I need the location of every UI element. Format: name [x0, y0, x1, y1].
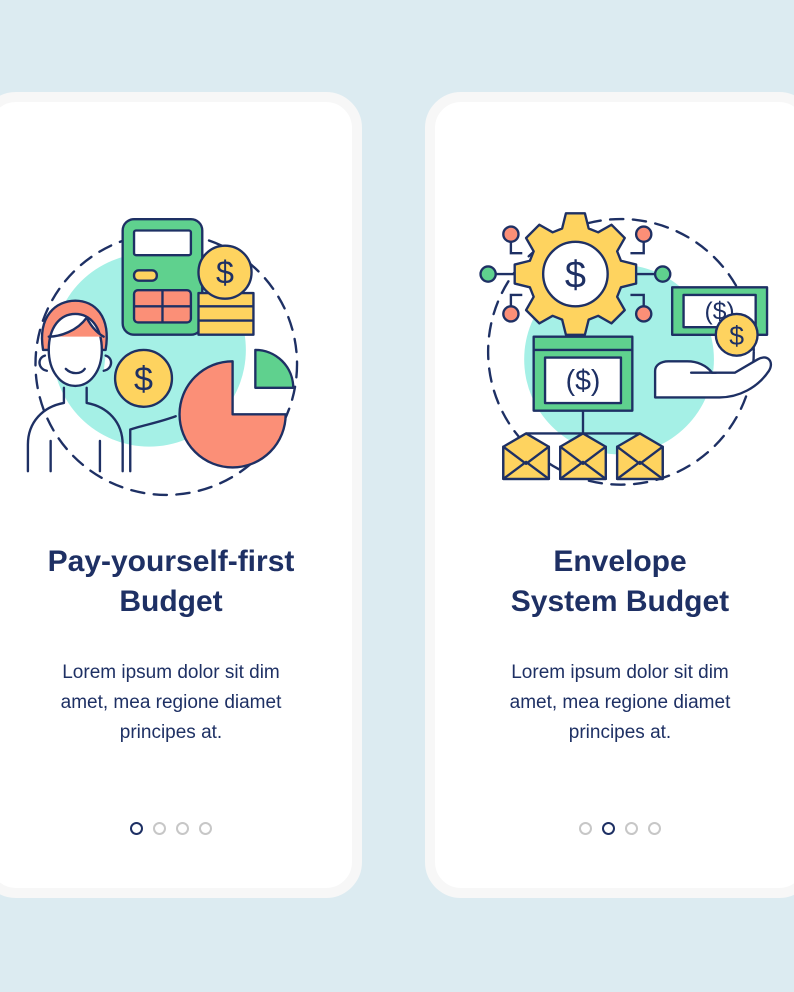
pagination-dot-1[interactable] — [579, 822, 592, 835]
onboarding-card-pay-yourself-first: $ $ Pay-yourself-first Budget Lorem ipsu… — [0, 92, 362, 898]
card-body-line: amet, mea regione diamet — [60, 692, 282, 713]
card-body-line: Lorem ipsum dolor sit dim — [62, 662, 280, 683]
pagination-dot-3[interactable] — [176, 822, 189, 835]
pagination-dot-2[interactable] — [153, 822, 166, 835]
card-title: Pay-yourself-first Budget — [0, 542, 352, 622]
card-title-line: Envelope — [553, 545, 687, 578]
envelope-system-illustration-icon: $ ($) $ ($) — [435, 102, 794, 522]
card-body-line: amet, mea regione diamet — [509, 692, 731, 713]
card-body-text: Lorem ipsum dolor sit dim amet, mea regi… — [0, 658, 352, 748]
pay-yourself-first-illustration-icon: $ $ — [0, 102, 352, 522]
pagination-dot-2[interactable] — [602, 822, 615, 835]
svg-text:$: $ — [729, 321, 744, 351]
card-body-line: principes at. — [119, 722, 223, 743]
card-title-line: System Budget — [510, 585, 730, 618]
card-title: Envelope System Budget — [435, 542, 794, 622]
pagination-dot-1[interactable] — [130, 822, 143, 835]
card-title-line: Pay-yourself-first — [47, 545, 295, 578]
card-title-line: Budget — [119, 585, 223, 618]
card-body-line: principes at. — [568, 722, 672, 743]
pagination-dot-4[interactable] — [648, 822, 661, 835]
pagination-dot-4[interactable] — [199, 822, 212, 835]
pagination-dot-3[interactable] — [625, 822, 638, 835]
onboarding-card-envelope-system: $ ($) $ ($) Envelope System Budget Lorem… — [425, 92, 794, 898]
pagination-dots — [0, 822, 352, 835]
svg-text:$: $ — [216, 255, 234, 291]
pagination-dots — [435, 822, 794, 835]
svg-text:$: $ — [134, 361, 153, 399]
svg-text:($): ($) — [566, 365, 601, 397]
card-body-line: Lorem ipsum dolor sit dim — [511, 662, 729, 683]
svg-text:$: $ — [565, 254, 586, 296]
card-body-text: Lorem ipsum dolor sit dim amet, mea regi… — [435, 658, 794, 748]
